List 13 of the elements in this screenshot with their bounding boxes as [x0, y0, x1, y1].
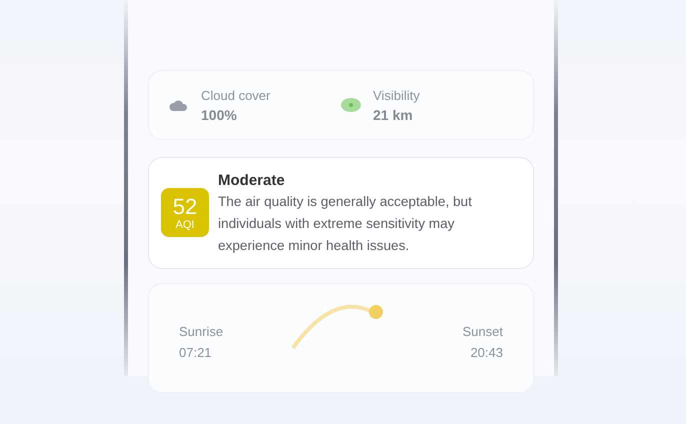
stat-value: 21 km [373, 106, 414, 122]
sunset-label: Sunset [462, 324, 503, 339]
stat-label: Cloud cover [201, 88, 270, 102]
sunrise-time: 07:21 [179, 345, 212, 360]
stat-value: 100% [201, 106, 238, 122]
aqi-category: Moderate [218, 172, 286, 189]
sunset-time: 20:43 [470, 345, 503, 360]
aqi-badge: 52 AQI [161, 188, 209, 237]
eye-icon [341, 98, 361, 112]
aqi-description: The air quality is generally acceptable, but individuals with extreme sensitivity may experience minor health issues. [218, 193, 473, 255]
stat-label: Visibility [373, 88, 420, 102]
cloud-icon [169, 99, 189, 111]
sunrise-label: Sunrise [179, 324, 224, 339]
